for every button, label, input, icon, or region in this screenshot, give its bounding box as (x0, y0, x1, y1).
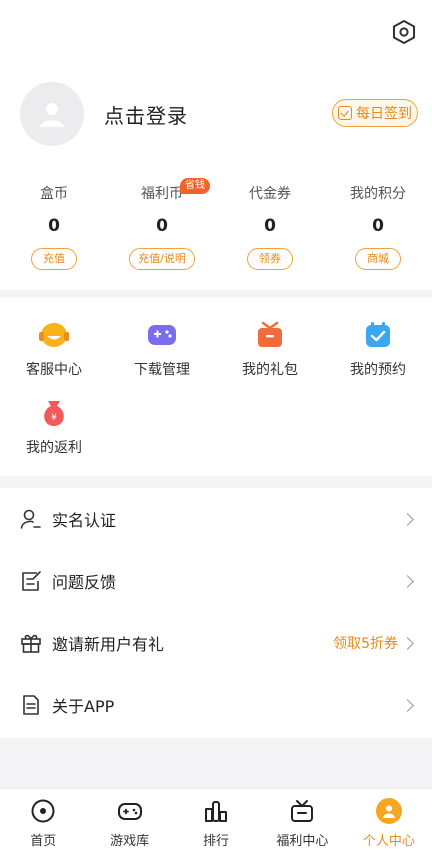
user-verify-icon (20, 509, 41, 529)
document-icon (23, 695, 39, 715)
money-bag-icon: ¥ (44, 401, 64, 426)
nav-profile[interactable]: 个人中心 (346, 789, 432, 860)
gamepad-download-icon (148, 325, 176, 345)
nav-label: 游戏库 (110, 834, 150, 849)
bottom-nav: 首页 游戏库 排行 福利中心 个人中心 (0, 788, 432, 860)
wallet-box-coins: 盒币 0 充值 (0, 184, 108, 274)
gift-icon (21, 634, 41, 653)
menu-item-invite[interactable]: 邀请新用户有礼 领取5折券 (0, 612, 432, 674)
recharge-button[interactable]: 充值 (31, 248, 77, 270)
menu-label: 关于APP (52, 697, 115, 716)
settings-button[interactable] (388, 16, 420, 48)
shortcut-download-manager[interactable]: 下载管理 (108, 320, 216, 379)
coupon-promo-text: 领取5折券 (333, 636, 398, 652)
ranking-icon (205, 801, 228, 822)
wallet-welfare-coins: 福利币 省钱 0 充值/说明 (108, 178, 216, 274)
svg-text:¥: ¥ (51, 413, 57, 423)
customer-service-icon (39, 323, 69, 347)
shortcut-my-reservations[interactable]: 我的预约 (324, 320, 432, 379)
checkin-icon (338, 106, 352, 120)
daily-checkin-button[interactable]: 每日签到 (332, 99, 418, 127)
calendar-check-icon (366, 322, 390, 347)
shortcut-label: 我的礼包 (242, 362, 298, 378)
shortcut-label: 我的预约 (350, 362, 406, 378)
gift-box-icon (258, 321, 282, 347)
settings-menu: 实名认证 问题反馈 邀请新用户有礼 领取5折券 关于APP (0, 488, 432, 738)
nav-welfare-center[interactable]: 福利中心 (259, 789, 345, 860)
menu-item-about[interactable]: 关于APP (0, 674, 432, 736)
feedback-icon (22, 571, 41, 591)
chevron-right-icon (401, 574, 414, 588)
profile-card: 点击登录 每日签到 盒币 0 充值 福利币 省钱 0 充值/说明 代金券 0 领… (0, 0, 432, 290)
gift-center-icon (291, 800, 314, 822)
nav-home[interactable]: 首页 (0, 789, 86, 860)
wallet-label: 福利币 (141, 186, 183, 202)
shortcut-label: 下载管理 (134, 362, 190, 378)
mall-button[interactable]: 商城 (355, 248, 401, 270)
shortcut-label: 我的返利 (26, 440, 82, 456)
shortcut-customer-service[interactable]: 客服中心 (0, 320, 108, 379)
profile-icon (375, 798, 402, 824)
nav-label: 福利中心 (276, 834, 329, 849)
nav-ranking[interactable]: 排行 (173, 789, 259, 860)
menu-label: 邀请新用户有礼 (52, 635, 165, 654)
wallet-label: 盒币 (40, 186, 68, 202)
nav-label: 首页 (30, 834, 57, 849)
wallet-value: 0 (372, 216, 384, 236)
wallet-label: 我的积分 (350, 186, 406, 202)
wallet-value: 0 (264, 216, 276, 236)
wallet-value: 0 (156, 216, 168, 236)
claim-voucher-button[interactable]: 领券 (247, 248, 293, 270)
menu-label: 实名认证 (52, 511, 117, 530)
wallet-vouchers: 代金券 0 领券 (216, 184, 324, 274)
wallet-value: 0 (48, 216, 60, 236)
settings-hexagon-icon (393, 20, 415, 44)
wallet-points: 我的积分 0 商城 (324, 184, 432, 274)
nav-game-library[interactable]: 游戏库 (86, 789, 172, 860)
save-money-badge: 省钱 (180, 178, 210, 194)
menu-label: 问题反馈 (52, 573, 117, 592)
menu-item-real-name[interactable]: 实名认证 (0, 488, 432, 550)
gamepad-icon (117, 803, 142, 820)
shortcut-grid: 客服中心 下载管理 我的礼包 我的预约 ¥ 我的返利 (0, 298, 432, 476)
shortcut-my-rebates[interactable]: ¥ 我的返利 (0, 398, 108, 457)
login-link[interactable]: 点击登录 (104, 100, 188, 129)
checkin-label: 每日签到 (356, 106, 412, 122)
home-icon (31, 799, 55, 823)
user-placeholder-icon (40, 103, 64, 127)
nav-label: 个人中心 (362, 834, 415, 849)
chevron-right-icon (401, 512, 414, 526)
wallet-stats: 盒币 0 充值 福利币 省钱 0 充值/说明 代金券 0 领券 我的积分 0 商… (0, 178, 432, 274)
recharge-info-button[interactable]: 充值/说明 (129, 248, 195, 270)
avatar[interactable] (20, 82, 84, 146)
menu-item-feedback[interactable]: 问题反馈 (0, 550, 432, 612)
chevron-right-icon (401, 698, 414, 712)
shortcut-my-gifts[interactable]: 我的礼包 (216, 320, 324, 379)
chevron-right-icon (401, 636, 414, 650)
wallet-label: 代金券 (249, 186, 291, 202)
nav-label: 排行 (203, 834, 230, 849)
shortcut-label: 客服中心 (26, 362, 82, 378)
